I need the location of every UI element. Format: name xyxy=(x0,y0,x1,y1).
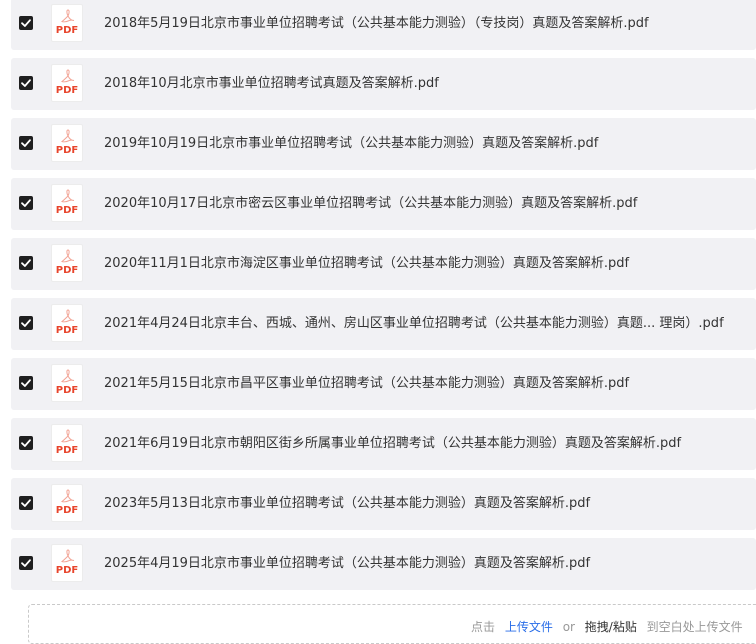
file-row[interactable]: PDF 2021年4月24日北京丰台、西城、通州、房山区事业单位招聘考试（公共基本… xyxy=(11,298,756,350)
file-name: 2020年10月17日北京市密云区事业单位招聘考试（公共基本能力测验）真题及答案… xyxy=(104,196,638,211)
acrobat-glyph-icon xyxy=(61,69,75,83)
acrobat-glyph-icon xyxy=(61,189,75,203)
upload-click-label: 点击 xyxy=(471,620,496,634)
acrobat-glyph-icon xyxy=(61,9,75,23)
checkbox-checked-icon[interactable] xyxy=(19,436,33,450)
pdf-file-icon: PDF xyxy=(51,484,83,522)
pdf-icon-label: PDF xyxy=(55,85,79,96)
checkbox-checked-icon[interactable] xyxy=(19,556,33,570)
checkbox-checked-icon[interactable] xyxy=(19,136,33,150)
file-row[interactable]: PDF 2018年5月19日北京市事业单位招聘考试（公共基本能力测验）（专技岗）真… xyxy=(11,0,756,50)
file-name: 2018年10月北京市事业单位招聘考试真题及答案解析.pdf xyxy=(104,76,439,91)
pdf-file-icon: PDF xyxy=(51,424,83,462)
acrobat-glyph-icon xyxy=(61,429,75,443)
file-row[interactable]: PDF 2023年5月13日北京市事业单位招聘考试（公共基本能力测验）真题及答案解… xyxy=(11,478,756,530)
file-name: 2021年5月15日北京市昌平区事业单位招聘考试（公共基本能力测验）真题及答案解… xyxy=(104,376,630,391)
pdf-icon-label: PDF xyxy=(55,505,79,516)
file-name: 2021年6月19日北京市朝阳区街乡所属事业单位招聘考试（公共基本能力测验）真题… xyxy=(104,436,682,451)
pdf-file-icon: PDF xyxy=(51,244,83,282)
file-name: 2023年5月13日北京市事业单位招聘考试（公共基本能力测验）真题及答案解析.p… xyxy=(104,496,591,511)
file-row[interactable]: PDF 2021年5月15日北京市昌平区事业单位招聘考试（公共基本能力测验）真题及… xyxy=(11,358,756,410)
acrobat-glyph-icon xyxy=(61,489,75,503)
pdf-icon-label: PDF xyxy=(55,145,79,156)
pdf-icon-label: PDF xyxy=(55,445,79,456)
acrobat-glyph-icon xyxy=(61,369,75,383)
checkbox-checked-icon[interactable] xyxy=(19,16,33,30)
pdf-file-icon: PDF xyxy=(51,184,83,222)
file-name: 2020年11月1日北京市海淀区事业单位招聘考试（公共基本能力测验）真题及答案解… xyxy=(104,256,630,271)
pdf-file-icon: PDF xyxy=(51,364,83,402)
pdf-icon-label: PDF xyxy=(55,565,79,576)
upload-file-link[interactable]: 上传文件 xyxy=(505,620,553,634)
pdf-file-icon: PDF xyxy=(51,124,83,162)
acrobat-glyph-icon xyxy=(61,249,75,263)
pdf-file-icon: PDF xyxy=(51,304,83,342)
pdf-icon-label: PDF xyxy=(55,25,79,36)
file-row[interactable]: PDF 2019年10月19日北京市事业单位招聘考试（公共基本能力测验）真题及答案… xyxy=(11,118,756,170)
checkbox-checked-icon[interactable] xyxy=(19,196,33,210)
file-name: 2021年4月24日北京丰台、西城、通州、房山区事业单位招聘考试（公共基本能力测… xyxy=(104,316,724,331)
pdf-icon-label: PDF xyxy=(55,205,79,216)
checkbox-checked-icon[interactable] xyxy=(19,316,33,330)
file-name: 2018年5月19日北京市事业单位招聘考试（公共基本能力测验）（专技岗）真题及答… xyxy=(104,16,649,31)
file-row[interactable]: PDF 2020年11月1日北京市海淀区事业单位招聘考试（公共基本能力测验）真题及… xyxy=(11,238,756,290)
file-row[interactable]: PDF 2018年10月北京市事业单位招聘考试真题及答案解析.pdf xyxy=(11,58,756,110)
checkbox-checked-icon[interactable] xyxy=(19,496,33,510)
pdf-icon-label: PDF xyxy=(55,385,79,396)
upload-or-label: or xyxy=(562,620,575,634)
checkbox-checked-icon[interactable] xyxy=(19,256,33,270)
pdf-file-icon: PDF xyxy=(51,4,83,42)
pdf-icon-label: PDF xyxy=(55,265,79,276)
pdf-file-icon: PDF xyxy=(51,544,83,582)
file-row[interactable]: PDF 2020年10月17日北京市密云区事业单位招聘考试（公共基本能力测验）真题… xyxy=(11,178,756,230)
pdf-icon-label: PDF xyxy=(55,325,79,336)
file-name: 2019年10月19日北京市事业单位招聘考试（公共基本能力测验）真题及答案解析.… xyxy=(104,136,599,151)
pdf-file-icon: PDF xyxy=(51,64,83,102)
file-row[interactable]: PDF 2025年4月19日北京市事业单位招聘考试（公共基本能力测验）真题及答案解… xyxy=(11,538,756,590)
acrobat-glyph-icon xyxy=(61,549,75,563)
file-row[interactable]: PDF 2021年6月19日北京市朝阳区街乡所属事业单位招聘考试（公共基本能力测验… xyxy=(11,418,756,470)
upload-hint: 点击 上传文件 or 拖拽/粘贴 到空白处上传文件 xyxy=(471,619,749,635)
acrobat-glyph-icon xyxy=(61,309,75,323)
drag-paste-label: 拖拽/粘贴 xyxy=(584,620,637,634)
checkbox-checked-icon[interactable] xyxy=(19,376,33,390)
acrobat-glyph-icon xyxy=(61,129,75,143)
blank-area-hint: 到空白处上传文件 xyxy=(646,620,743,634)
file-name: 2025年4月19日北京市事业单位招聘考试（公共基本能力测验）真题及答案解析.p… xyxy=(104,556,591,571)
checkbox-checked-icon[interactable] xyxy=(19,76,33,90)
